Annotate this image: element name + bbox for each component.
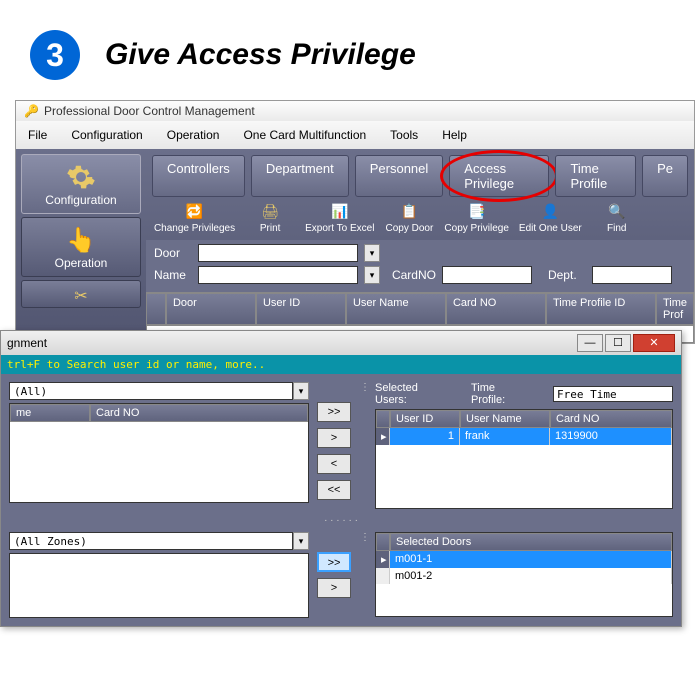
horizontal-divider: · · · · · ·: [9, 515, 673, 526]
tab-department[interactable]: Department: [251, 155, 349, 197]
left-col-name[interactable]: me: [10, 404, 90, 422]
edit-user-icon: 👤: [542, 203, 559, 221]
door-label: Door: [154, 246, 192, 260]
cardno-input[interactable]: [442, 266, 532, 284]
step-title: Give Access Privilege: [105, 38, 416, 72]
grid-col-door[interactable]: Door: [166, 293, 256, 325]
main-window: 🔑 Professional Door Control Management F…: [15, 100, 695, 344]
grid-col-timeprofileid[interactable]: Time Profile ID: [546, 293, 656, 325]
toolbar-row: 🔁Change Privileges 🖨Print 📊Export To Exc…: [146, 199, 694, 240]
menu-onecard[interactable]: One Card Multifunction: [231, 125, 378, 145]
tab-access-privilege[interactable]: Access Privilege: [449, 155, 549, 197]
tool-icon: ✂: [26, 287, 136, 305]
sidebar-item-operation[interactable]: 👆 Operation: [21, 217, 141, 277]
menu-configuration[interactable]: Configuration: [59, 125, 154, 145]
window-title: Professional Door Control Management: [44, 104, 255, 118]
zone-filter-dropdown-icon[interactable]: ▾: [293, 532, 309, 550]
cardno-label: CardNO: [392, 268, 436, 282]
grid-col-timeprof[interactable]: Time Prof: [656, 293, 694, 325]
time-profile-input[interactable]: [553, 386, 673, 402]
minimize-button[interactable]: —: [577, 334, 603, 352]
add-all-button[interactable]: >>: [317, 402, 351, 422]
tab-time-profile[interactable]: Time Profile: [555, 155, 636, 197]
tab-truncated[interactable]: Pe: [642, 155, 688, 197]
find-icon: 🔍: [608, 203, 625, 221]
tool-change-privileges[interactable]: 🔁Change Privileges: [154, 203, 235, 234]
selected-users-label: Selected Users:: [375, 382, 441, 406]
doors-add-one-button[interactable]: >: [317, 578, 351, 598]
grid-col-userid[interactable]: User ID: [256, 293, 346, 325]
grid-col-cardno[interactable]: Card NO: [446, 293, 546, 325]
menu-file[interactable]: File: [16, 125, 59, 145]
divider: ⋮: [359, 532, 371, 543]
doors-add-all-button[interactable]: >>: [317, 552, 351, 572]
step-number-badge: 3: [30, 30, 80, 80]
tool-find[interactable]: 🔍Find: [592, 203, 642, 234]
dialog-title: gnment: [7, 336, 47, 350]
sidebar-item-configuration[interactable]: Configuration: [21, 154, 141, 214]
name-input[interactable]: [198, 266, 358, 284]
app-icon: 🔑: [24, 104, 39, 118]
remove-all-button[interactable]: <<: [317, 480, 351, 500]
door-input[interactable]: [198, 244, 358, 262]
sidebar-item-label: Operation: [26, 256, 136, 270]
menu-tools[interactable]: Tools: [378, 125, 430, 145]
tool-export[interactable]: 📊Export To Excel: [305, 203, 374, 234]
sidebar-item-label: Configuration: [26, 193, 136, 207]
dept-input[interactable]: [592, 266, 672, 284]
copy-door-icon: 📋: [401, 203, 418, 221]
user-row[interactable]: ▸ 1 frank 1319900: [376, 428, 672, 445]
selected-doors-col[interactable]: Selected Doors: [390, 533, 672, 551]
tabs-row: Controllers Department Personnel Access …: [146, 149, 694, 199]
menu-help[interactable]: Help: [430, 125, 479, 145]
window-titlebar: 🔑 Professional Door Control Management: [16, 101, 694, 121]
users-col-id[interactable]: User ID: [390, 410, 460, 428]
name-label: Name: [154, 268, 192, 282]
grid-col-username[interactable]: User Name: [346, 293, 446, 325]
door-row[interactable]: m001-2: [376, 568, 672, 584]
sidebar: Configuration 👆 Operation ✂: [16, 149, 146, 343]
dialog-hint: trl+F to Search user id or name, more..: [1, 355, 681, 374]
zone-filter-input[interactable]: [9, 532, 293, 550]
user-filter-input[interactable]: [9, 382, 293, 400]
users-col-cardno[interactable]: Card NO: [550, 410, 672, 428]
sidebar-item-extra[interactable]: ✂: [21, 280, 141, 308]
maximize-button[interactable]: ☐: [605, 334, 631, 352]
dept-label: Dept.: [548, 268, 586, 282]
change-icon: 🔁: [186, 203, 203, 221]
users-col-name[interactable]: User Name: [460, 410, 550, 428]
door-dropdown-icon[interactable]: ▾: [364, 244, 380, 262]
remove-one-button[interactable]: <: [317, 454, 351, 474]
excel-icon: 📊: [331, 203, 348, 221]
tool-copy-door[interactable]: 📋Copy Door: [384, 203, 434, 234]
close-button[interactable]: ✕: [633, 334, 675, 352]
tool-edit-user[interactable]: 👤Edit One User: [519, 203, 582, 234]
user-filter-dropdown-icon[interactable]: ▾: [293, 382, 309, 400]
print-icon: 🖨: [261, 203, 279, 221]
tool-copy-privilege[interactable]: 📑Copy Privilege: [444, 203, 508, 234]
copy-priv-icon: 📑: [468, 203, 485, 221]
tool-print[interactable]: 🖨Print: [245, 203, 295, 234]
time-profile-label: Time Profile:: [471, 382, 523, 406]
name-dropdown-icon[interactable]: ▾: [364, 266, 380, 284]
tab-controllers[interactable]: Controllers: [152, 155, 245, 197]
main-grid-header: Door User ID User Name Card NO Time Prof…: [146, 292, 694, 325]
gear-icon: [26, 161, 136, 193]
grid-col-selector[interactable]: [146, 293, 166, 325]
divider: ⋮: [359, 382, 371, 393]
hand-icon: 👆: [26, 224, 136, 256]
door-row[interactable]: ▸ m001-1: [376, 551, 672, 568]
assignment-dialog: gnment — ☐ ✕ trl+F to Search user id or …: [0, 330, 682, 627]
menubar: File Configuration Operation One Card Mu…: [16, 121, 694, 149]
menu-operation[interactable]: Operation: [155, 125, 232, 145]
left-col-cardno[interactable]: Card NO: [90, 404, 308, 422]
add-one-button[interactable]: >: [317, 428, 351, 448]
tab-personnel[interactable]: Personnel: [355, 155, 444, 197]
